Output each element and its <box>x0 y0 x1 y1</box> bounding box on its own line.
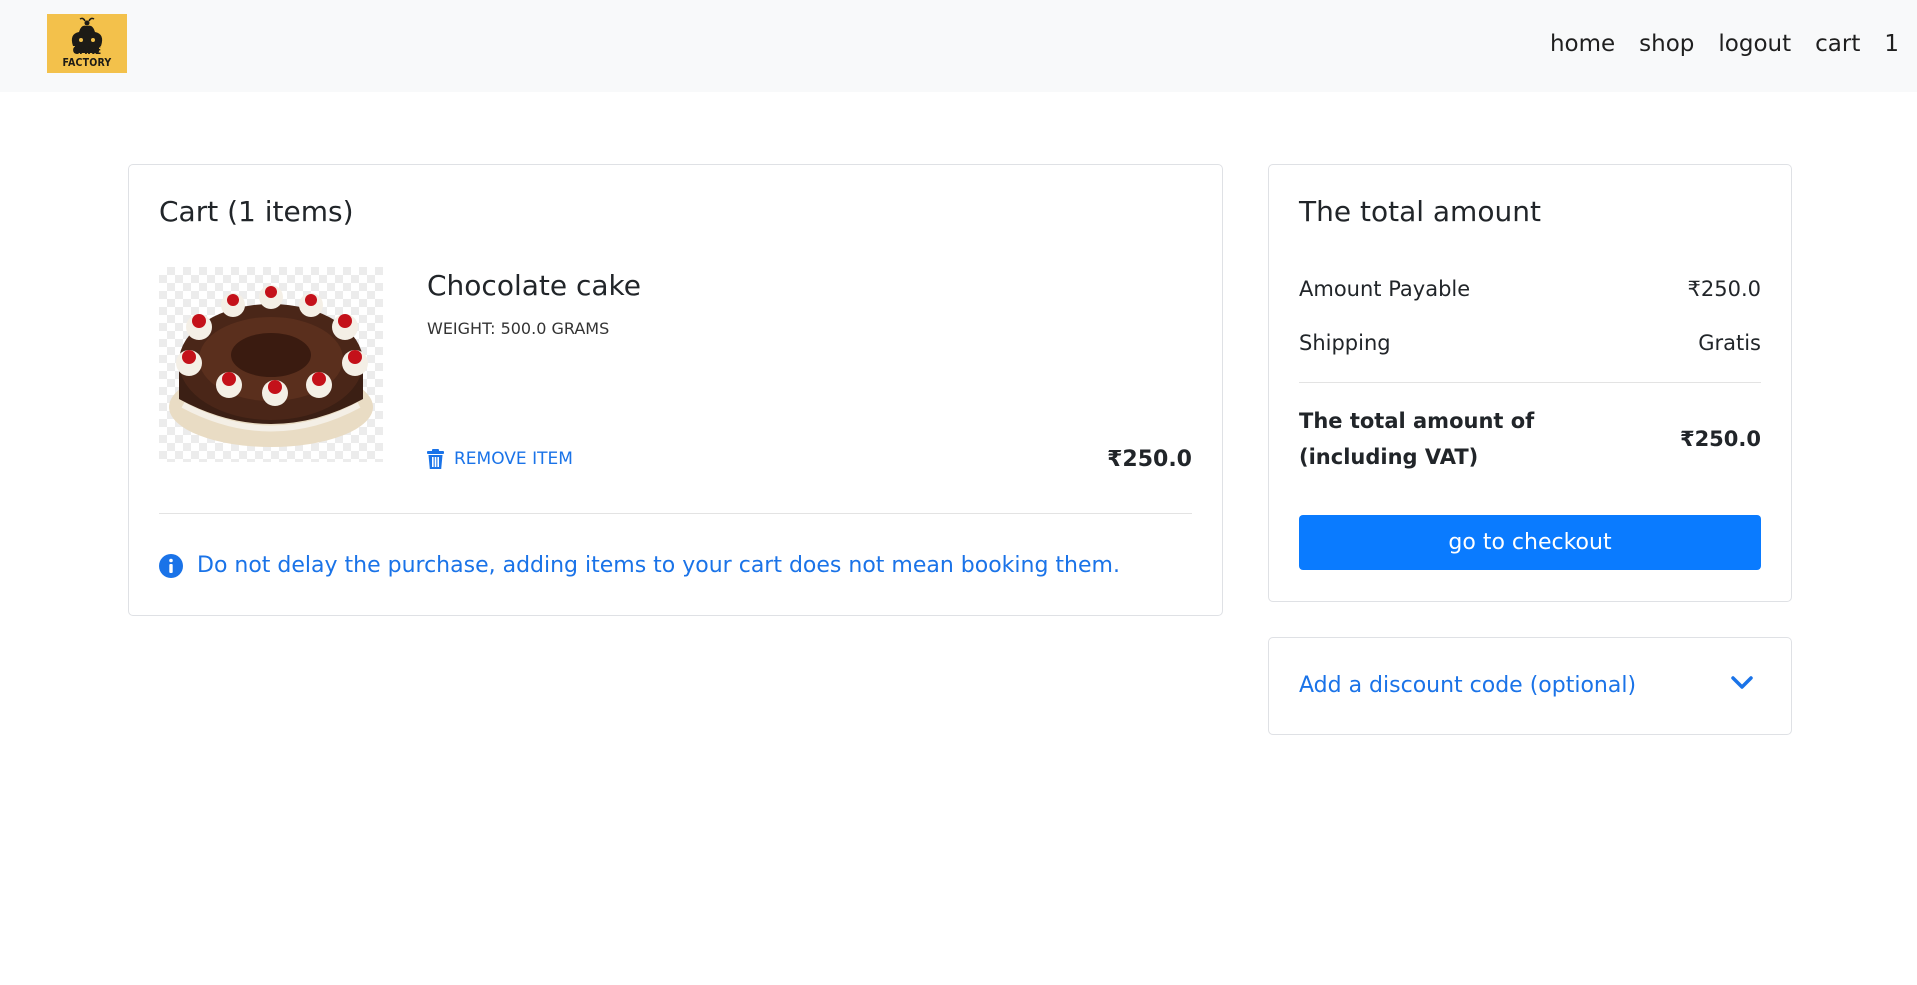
trash-icon <box>427 449 444 469</box>
amount-payable-label: Amount Payable <box>1299 277 1471 301</box>
chocolate-cake-image <box>159 267 383 462</box>
nav-link-cart[interactable]: cart <box>1815 27 1860 61</box>
cake-factory-logo[interactable]: CAKE FACTORY <box>47 14 127 73</box>
nav-link-shop[interactable]: shop <box>1639 27 1694 61</box>
total-amount-title: The total amount <box>1299 195 1541 228</box>
cart-title: Cart (1 items) <box>159 195 354 228</box>
purchase-notice-text: Do not delay the purchase, adding items … <box>197 553 1120 578</box>
discount-code-toggle[interactable]: Add a discount code (optional) <box>1268 637 1792 735</box>
divider <box>159 513 1192 514</box>
product-name: Chocolate cake <box>427 269 641 302</box>
discount-code-label: Add a discount code (optional) <box>1299 673 1637 698</box>
purchase-notice: Do not delay the purchase, adding items … <box>159 553 1120 578</box>
product-weight: WEIGHT: 500.0 GRAMS <box>427 319 610 338</box>
divider <box>1299 382 1761 383</box>
total-amount-card: The total amount Amount Payable ₹250.0 S… <box>1268 164 1792 602</box>
chevron-down-icon <box>1731 676 1753 689</box>
total-label: The total amount of (including VAT) <box>1299 409 1535 469</box>
total-row: The total amount of (including VAT) ₹250… <box>1299 403 1761 475</box>
checkout-button[interactable]: go to checkout <box>1299 515 1761 570</box>
logo-text: CAKE FACTORY <box>62 45 112 69</box>
cart-count-badge: 1 <box>1884 31 1899 57</box>
cart-card: Cart (1 items) Chocolate cake WEIGHT: 50… <box>128 164 1223 616</box>
total-value: ₹250.0 <box>1679 427 1761 451</box>
nav-link-home[interactable]: home <box>1550 27 1615 61</box>
nav-links: home shop logout cart 1 <box>1526 27 1899 61</box>
nav-link-logout[interactable]: logout <box>1718 27 1791 61</box>
amount-payable-row: Amount Payable ₹250.0 <box>1299 277 1761 301</box>
shipping-row: Shipping Gratis <box>1299 331 1761 355</box>
navbar: CAKE FACTORY home shop logout cart 1 <box>0 0 1917 92</box>
remove-item-label: REMOVE ITEM <box>454 449 573 469</box>
product-price: ₹250.0 <box>1107 447 1192 472</box>
info-icon <box>159 553 183 578</box>
amount-payable-value: ₹250.0 <box>1687 277 1761 301</box>
shipping-value: Gratis <box>1698 331 1761 355</box>
shipping-label: Shipping <box>1299 331 1391 355</box>
remove-item-button[interactable]: REMOVE ITEM <box>427 449 573 469</box>
